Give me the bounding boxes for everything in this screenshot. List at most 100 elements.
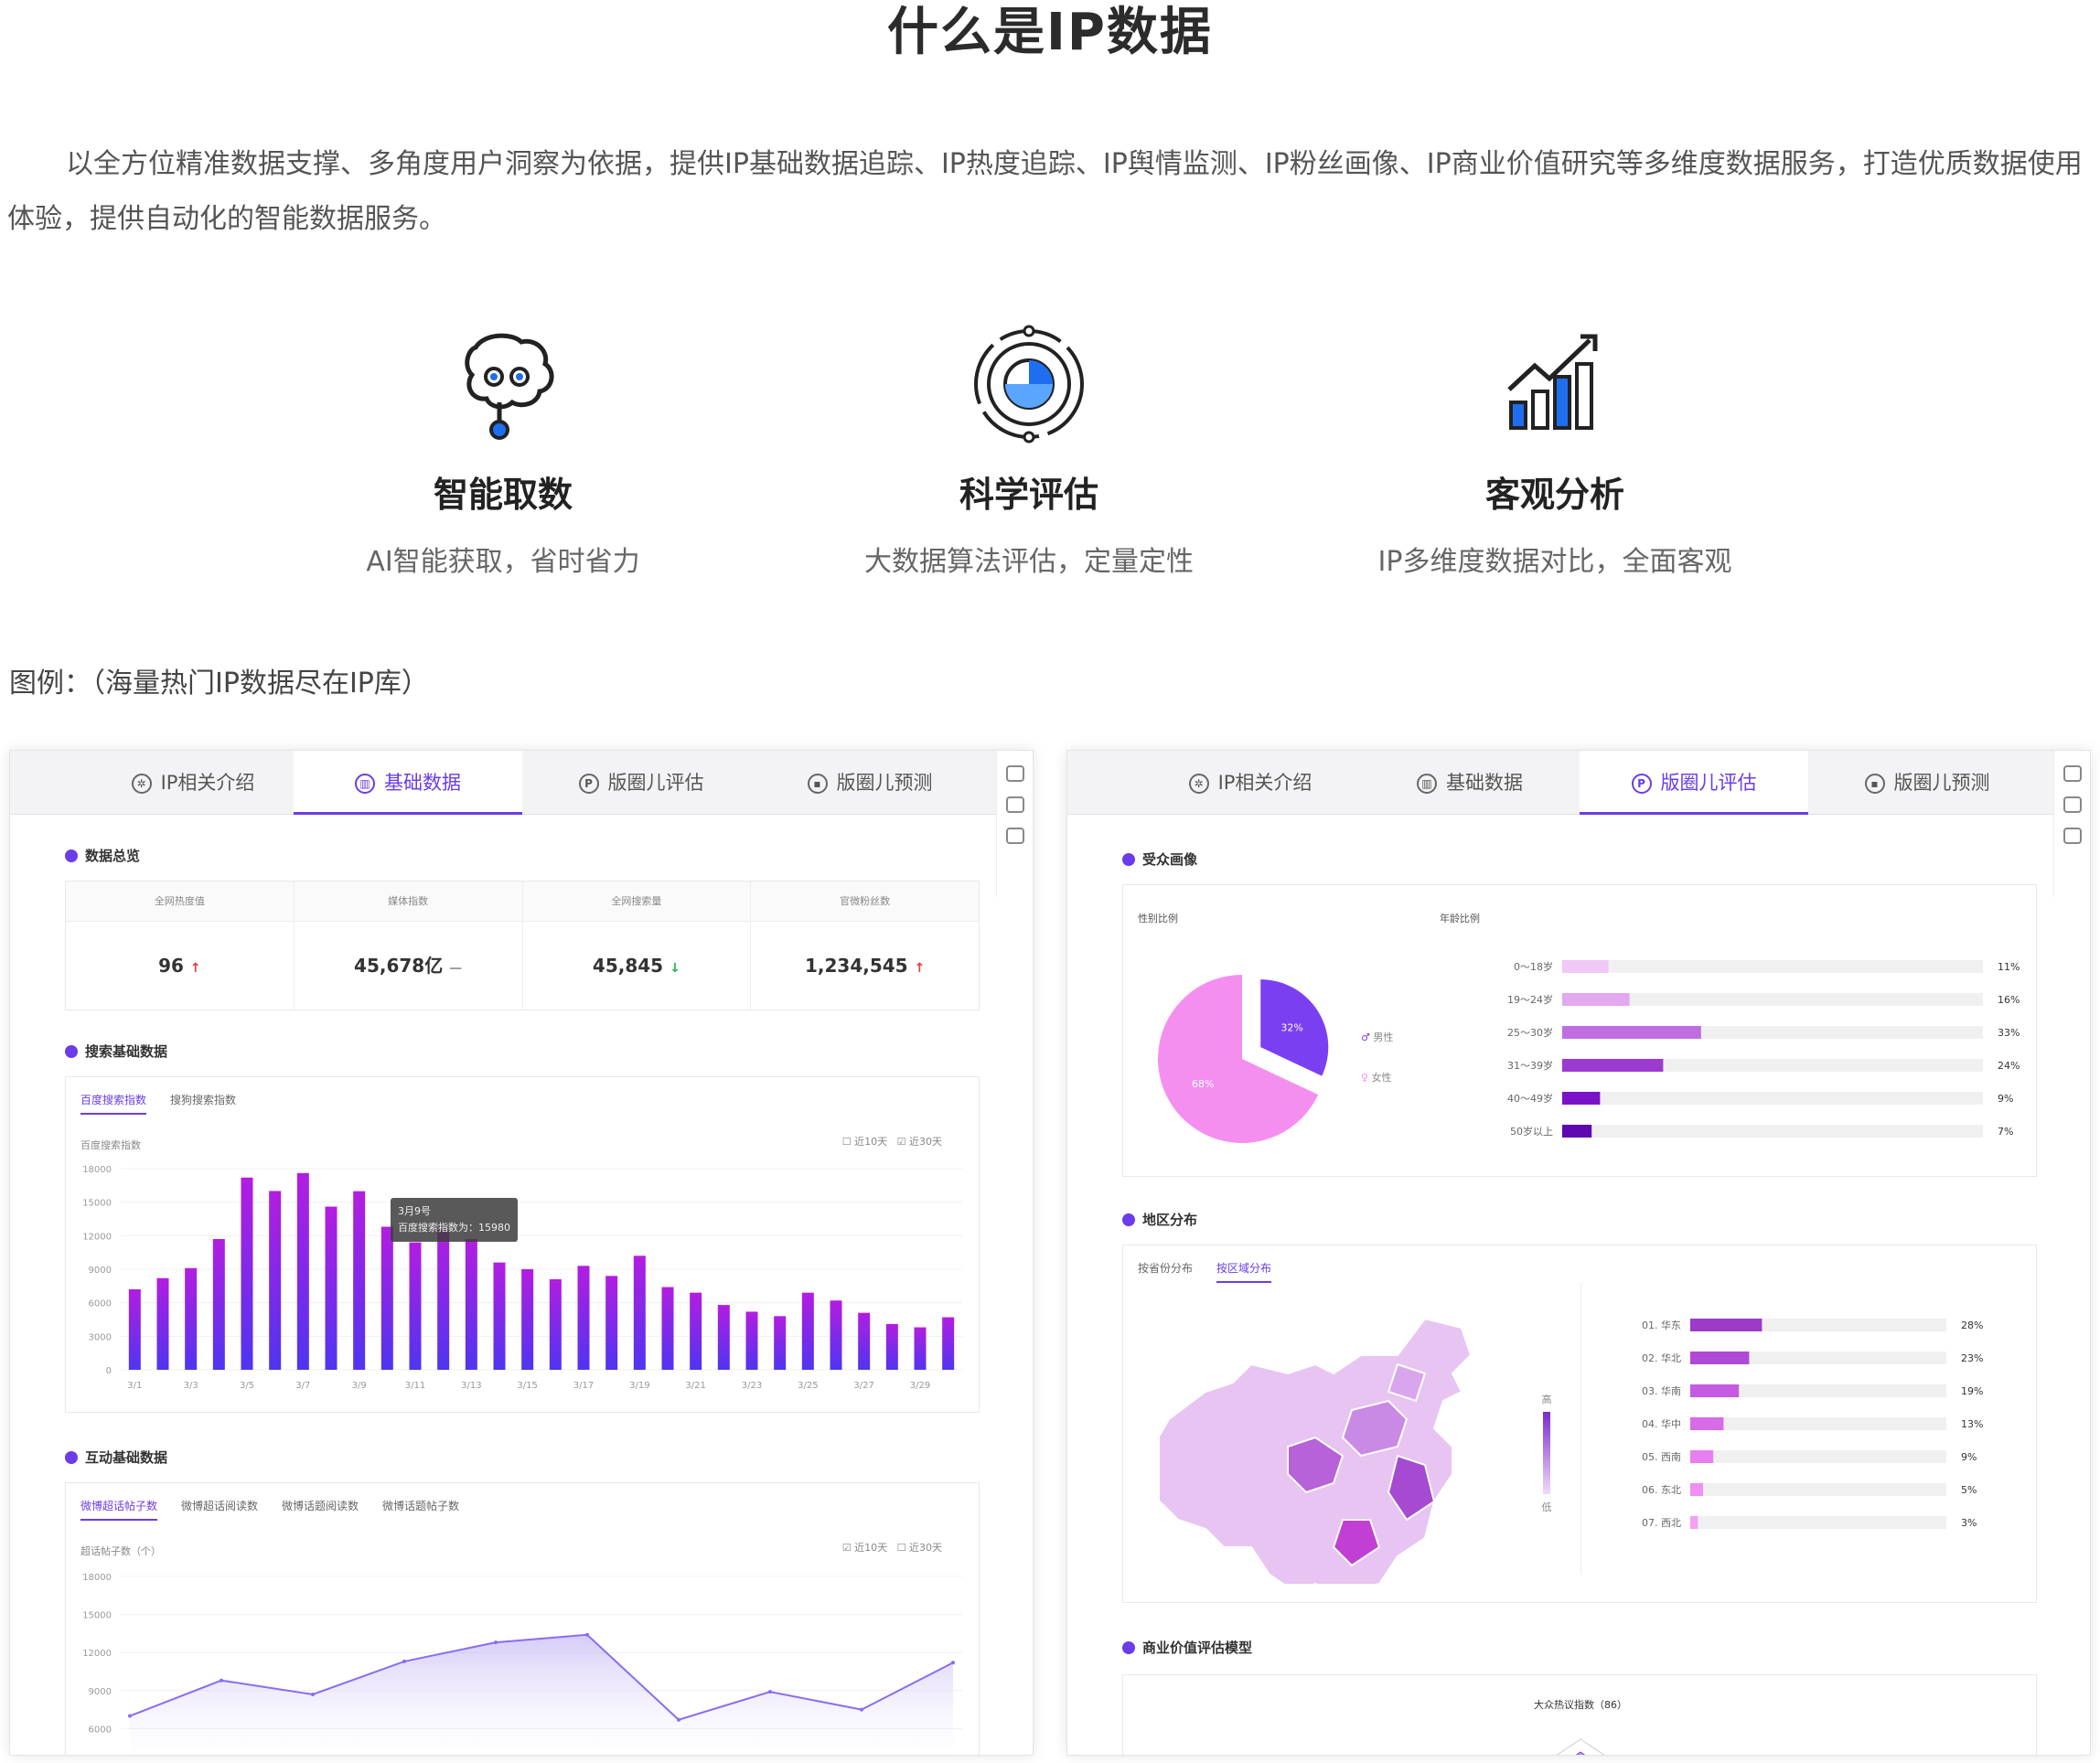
x-tick-label: 3/15 bbox=[517, 1381, 537, 1391]
legend-low: 低 bbox=[1541, 1501, 1552, 1513]
bar bbox=[745, 1311, 758, 1370]
stat-label: 媒体指数 bbox=[294, 882, 522, 922]
bar-category-label: 01. 华东 bbox=[1642, 1319, 1681, 1331]
chart-tooltip: 3月9号 百度搜索指数为：15980 bbox=[391, 1198, 518, 1242]
tab-ip-intro[interactable]: ✲ IP相关介绍 bbox=[102, 751, 284, 815]
legend-30d[interactable]: 近30天 bbox=[909, 1136, 942, 1148]
audience-box: 性别比例 年龄比例 68% 32% ♂ 男性 ♀ 女性 0～18岁 11% 19～24… bbox=[1122, 884, 2037, 1177]
subtab-topic-posts[interactable]: 微博话题帖子数 bbox=[382, 1498, 459, 1519]
stat-heat: 全网热度值 96 ↑ bbox=[66, 882, 295, 1010]
tab-basic-data[interactable]: ▥ 基础数据 bbox=[294, 751, 522, 815]
stat-label: 全网热度值 bbox=[66, 882, 294, 922]
trend-up-icon: ↑ bbox=[189, 961, 201, 976]
tab-ip-predict[interactable]: ▪ 版圈儿预测 bbox=[769, 751, 970, 815]
bar-track bbox=[1690, 1483, 1946, 1496]
subtab-chaohua-posts[interactable]: 微博超话帖子数 bbox=[80, 1498, 158, 1521]
bar bbox=[1690, 1319, 1762, 1331]
audience-title: 受众画像 bbox=[1122, 849, 1197, 869]
bar-value-label: 9% bbox=[1961, 1451, 1977, 1463]
bar bbox=[1562, 1092, 1601, 1105]
radar-label: 大众热议指数（86） bbox=[1534, 1699, 1627, 1711]
y-axis-label: 百度搜索指数 bbox=[80, 1139, 141, 1151]
tab-label: IP相关介绍 bbox=[160, 772, 255, 794]
feature-desc: AI智能获取，省时省力 bbox=[366, 546, 640, 578]
tab-ip-eval[interactable]: P 版圈儿评估 bbox=[1580, 751, 1808, 815]
headset-icon[interactable] bbox=[2062, 765, 2082, 782]
tab-label: 基础数据 bbox=[384, 772, 461, 794]
overview-title: 数据总览 bbox=[65, 846, 140, 865]
data-point bbox=[311, 1692, 315, 1696]
bar-category-label: 50岁以上 bbox=[1510, 1125, 1553, 1138]
bell-icon[interactable] bbox=[1005, 828, 1024, 844]
male-label: 男性 bbox=[1373, 1031, 1394, 1043]
qr-code-icon[interactable] bbox=[2062, 796, 2082, 813]
bar-track bbox=[1562, 1125, 1983, 1138]
search-chart-box: 百度搜索指数 搜狗搜索指数 百度搜索指数 ☐ 近10天 ☑ 近30天 0 3000 6… bbox=[65, 1076, 980, 1413]
headset-icon[interactable] bbox=[1005, 765, 1024, 782]
tab-ip-eval[interactable]: P 版圈儿评估 bbox=[541, 751, 742, 815]
bar bbox=[774, 1316, 787, 1370]
x-tick-label: 3/9 bbox=[352, 1381, 367, 1391]
subtab-province[interactable]: 按省份分布 bbox=[1138, 1260, 1193, 1281]
bar-category-label: 06. 东北 bbox=[1642, 1484, 1681, 1496]
side-toolbar bbox=[996, 751, 1033, 897]
bar bbox=[1562, 1059, 1664, 1072]
legend-female: ♀ 女性 bbox=[1361, 1070, 1392, 1085]
legend-10d[interactable]: 近10天 bbox=[854, 1136, 887, 1148]
bell-icon[interactable] bbox=[2062, 828, 2082, 844]
qr-code-icon[interactable] bbox=[1005, 796, 1024, 813]
ip-eval-panel: ✲ IP相关介绍 ▥ 基础数据 P 版圈儿评估 ▪ 版圈儿预测 受众画像 性别比例 年龄… bbox=[1066, 750, 2091, 1756]
bar-value-label: 19% bbox=[1961, 1385, 1983, 1397]
bar-value-label: 23% bbox=[1961, 1352, 1983, 1364]
subtab-baidu[interactable]: 百度搜索指数 bbox=[80, 1092, 147, 1115]
heat-legend: 高 低 bbox=[1533, 1392, 1560, 1514]
pie-label: 32% bbox=[1280, 1021, 1302, 1033]
feature-objective-analysis: 客观分析 IP多维度数据对比，全面客观 bbox=[1317, 320, 1793, 579]
stat-value: 96 bbox=[158, 955, 184, 977]
subtab-region[interactable]: 按区域分布 bbox=[1216, 1260, 1272, 1283]
legend-30d[interactable]: 近30天 bbox=[909, 1542, 942, 1554]
subtab-sogou[interactable]: 搜狗搜索指数 bbox=[170, 1092, 236, 1113]
bar-value-label: 9% bbox=[1998, 1093, 2013, 1105]
legend-10d[interactable]: 近10天 bbox=[854, 1542, 887, 1554]
bar-track bbox=[1690, 1417, 1946, 1430]
bar-category-label: 31～39岁 bbox=[1507, 1059, 1553, 1072]
legend-male: ♂ 男性 bbox=[1361, 1030, 1393, 1044]
tab-ip-predict[interactable]: ▪ 版圈儿预测 bbox=[1827, 751, 2028, 815]
stat-value: 45,845 bbox=[592, 955, 664, 977]
bar-track bbox=[1690, 1450, 1946, 1463]
tab-basic-data[interactable]: ▥ 基础数据 bbox=[1378, 751, 1561, 815]
bar bbox=[1690, 1352, 1750, 1364]
y-tick-label: 6000 bbox=[89, 1725, 112, 1735]
bar bbox=[1562, 1026, 1701, 1039]
data-point bbox=[768, 1690, 772, 1694]
tab-ip-intro[interactable]: ✲ IP相关介绍 bbox=[1159, 751, 1342, 815]
data-point bbox=[951, 1661, 955, 1665]
data-point bbox=[220, 1678, 223, 1683]
age-label: 年龄比例 bbox=[1440, 913, 1480, 924]
bar bbox=[1690, 1417, 1724, 1430]
bar-chart-icon: ▥ bbox=[1417, 774, 1437, 794]
subtab-topic-reads[interactable]: 微博话题阅读数 bbox=[282, 1498, 359, 1519]
x-tick-label: 3/11 bbox=[405, 1381, 425, 1391]
tab-bar: ✲ IP相关介绍 ▥ 基础数据 P 版圈儿评估 ▪ 版圈儿预测 bbox=[1067, 751, 2053, 815]
bar-chart-icon: ▥ bbox=[355, 774, 375, 794]
pie-label: 68% bbox=[1192, 1078, 1214, 1090]
bar bbox=[885, 1323, 898, 1370]
commercial-box: 大众热议指数（86） bbox=[1122, 1674, 2037, 1755]
y-tick-label: 15000 bbox=[82, 1611, 112, 1621]
x-tick-label: 3/23 bbox=[742, 1381, 762, 1391]
subtab-chaohua-reads[interactable]: 微博超话阅读数 bbox=[181, 1498, 258, 1519]
bar-value-label: 16% bbox=[1998, 994, 2020, 1006]
legend-high: 高 bbox=[1541, 1394, 1552, 1405]
data-point bbox=[585, 1632, 589, 1637]
bar-value-label: 13% bbox=[1961, 1418, 1983, 1430]
data-point bbox=[402, 1659, 406, 1663]
trend-flat-icon: — bbox=[449, 961, 463, 976]
bar bbox=[577, 1266, 590, 1370]
gender-pie-chart: 68% 32% bbox=[1158, 975, 1329, 1143]
interact-title: 互动基础数据 bbox=[65, 1448, 167, 1467]
p-circle-icon: P bbox=[578, 774, 599, 794]
bar-value-label: 11% bbox=[1998, 961, 2020, 973]
y-tick-label: 15000 bbox=[82, 1199, 112, 1209]
